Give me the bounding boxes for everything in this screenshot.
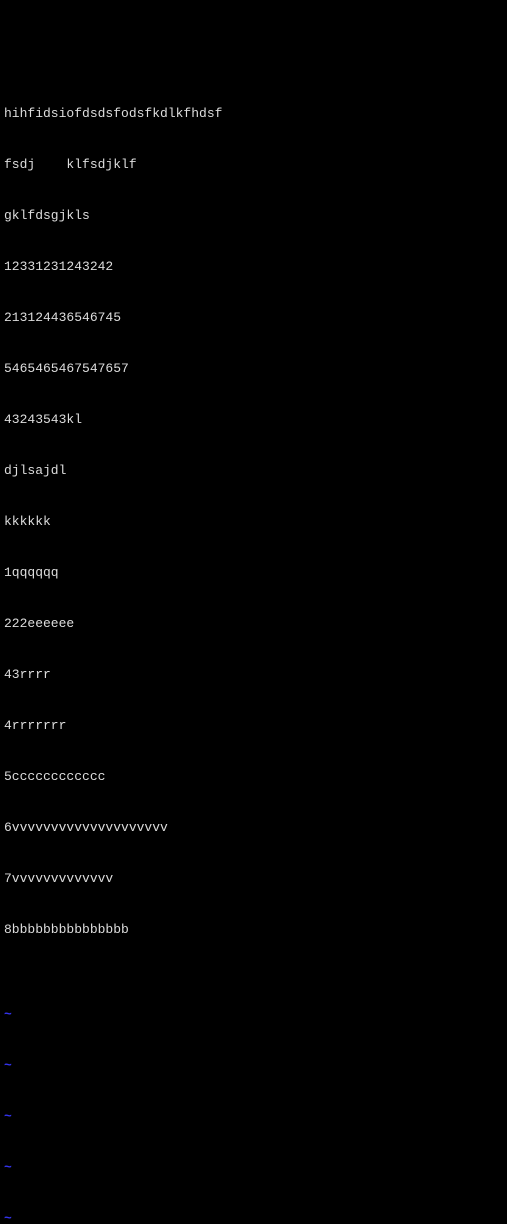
buffer-line: 43243543kl [4, 411, 503, 428]
buffer-line: 5cccccccccccc [4, 768, 503, 785]
buffer-line: hihfidsiofdsdsfodsfkdlkfhdsf [4, 105, 503, 122]
buffer-line: 8bbbbbbbbbbbbbbb [4, 921, 503, 938]
text-buffer[interactable]: hihfidsiofdsdsfodsfkdlkfhdsf fsdj klfsdj… [4, 71, 503, 972]
buffer-line: 7vvvvvvvvvvvvv [4, 870, 503, 887]
buffer-line: 5465465467547657 [4, 360, 503, 377]
buffer-line: kkkkkk [4, 513, 503, 530]
empty-line-area: ~ ~ ~ ~ ~ ~ ~ ~ ~ ~ ~ ~ ~ ~ ~ ~ ~ [4, 972, 503, 1224]
tilde-marker: ~ [4, 1057, 503, 1074]
tilde-marker: ~ [4, 1006, 503, 1023]
buffer-line: 43rrrr [4, 666, 503, 683]
buffer-line: fsdj klfsdjklf [4, 156, 503, 173]
buffer-line: 12331231243242 [4, 258, 503, 275]
buffer-line: gklfdsgjkls [4, 207, 503, 224]
buffer-line: 213124436546745 [4, 309, 503, 326]
tilde-marker: ~ [4, 1210, 503, 1224]
buffer-line: 222eeeeee [4, 615, 503, 632]
tilde-marker: ~ [4, 1108, 503, 1125]
buffer-line: 6vvvvvvvvvvvvvvvvvvvv [4, 819, 503, 836]
tilde-marker: ~ [4, 1159, 503, 1176]
buffer-line: djlsajdl [4, 462, 503, 479]
buffer-line: 1qqqqqq [4, 564, 503, 581]
vim-editor[interactable]: hihfidsiofdsdsfodsfkdlkfhdsf fsdj klfsdj… [4, 71, 503, 677]
buffer-line: 4rrrrrrr [4, 717, 503, 734]
